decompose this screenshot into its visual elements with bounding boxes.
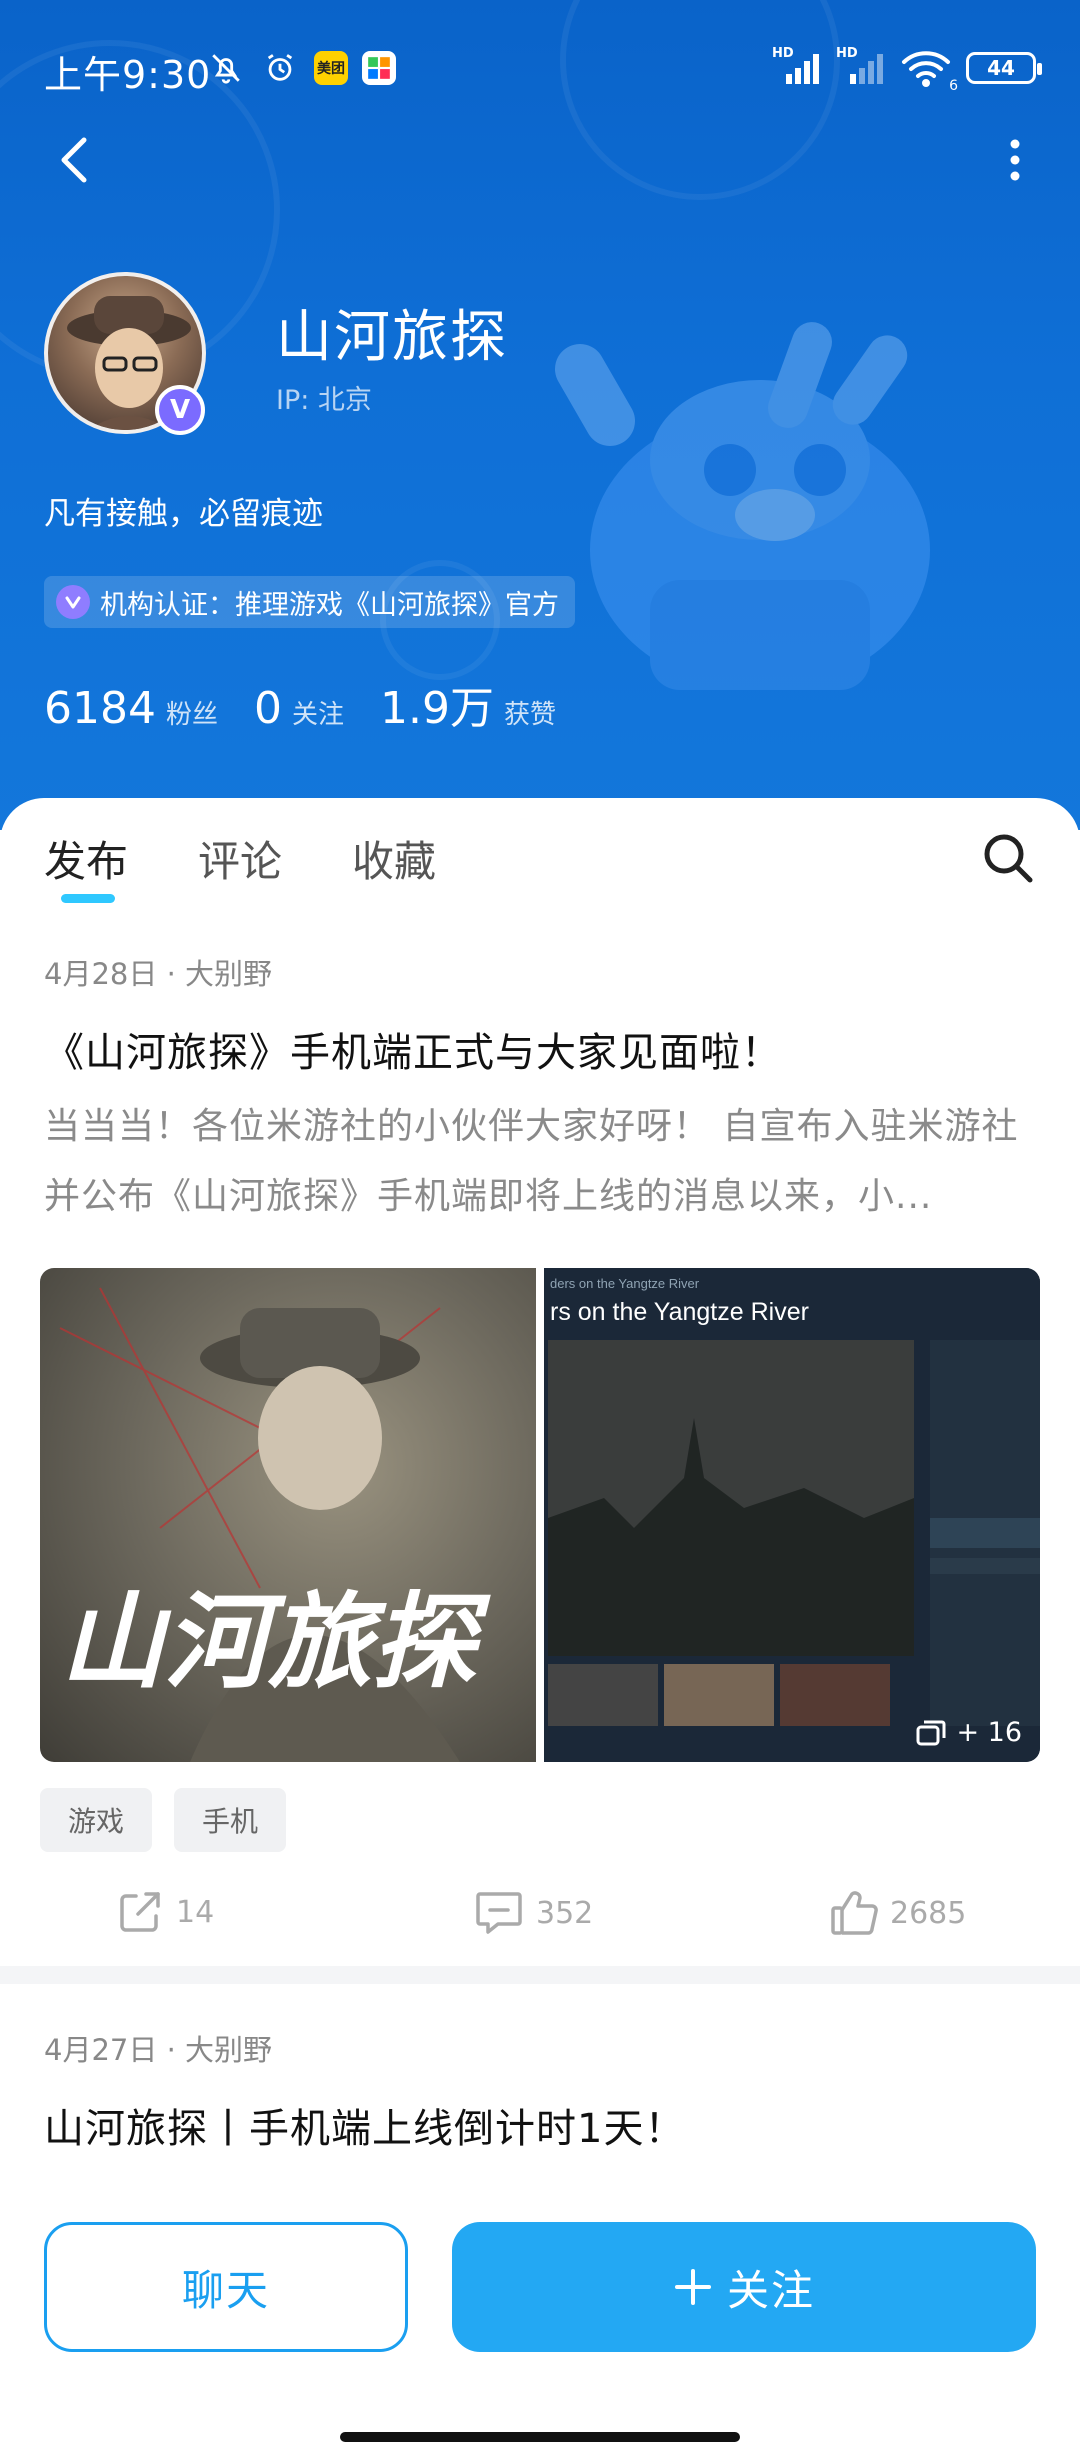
game-store-screenshot: ders on the Yangtze River rs on the Yang… — [544, 1268, 1040, 1762]
search-icon — [984, 834, 1033, 883]
images-stack-icon — [916, 1720, 946, 1745]
svg-text:rs on the Yangtze River: rs on the Yangtze River — [550, 1298, 809, 1326]
follow-button-label: 关注 — [726, 2265, 815, 2315]
profile-stats: 6184 粉丝 0 关注 1.9万 获赞 — [44, 672, 592, 736]
comment-count: 352 — [536, 1895, 594, 1931]
tab-comments[interactable]: 评论 — [198, 828, 282, 889]
signal-strength-icon-2: HD — [836, 46, 886, 86]
svg-text:ders on the Yangtze River: ders on the Yangtze River — [550, 1276, 700, 1291]
verified-badge-icon: V — [155, 385, 205, 435]
more-images-indicator: + 16 — [916, 1717, 1022, 1748]
status-time: 上午9:30 — [44, 53, 212, 97]
post-title[interactable]: 山河旅探丨手机端上线倒计时1天！ — [44, 2096, 685, 2154]
chat-button[interactable]: 聊天 — [44, 2222, 408, 2352]
certification-text: 机构认证：推理游戏《山河旅探》官方 — [100, 589, 559, 621]
chevron-left-icon — [61, 137, 87, 183]
tab-posts[interactable]: 发布 — [44, 828, 128, 889]
post-image-2[interactable]: ders on the Yangtze River rs on the Yang… — [544, 1268, 1040, 1762]
more-vertical-icon — [1010, 139, 1020, 181]
followers-label[interactable]: 粉丝 — [166, 694, 218, 731]
profile-header: 上午9:30 美团 HD HD 6 44 V 山河旅探 IP: 北京 凡有接触，… — [0, 0, 1080, 830]
mascot-illustration — [555, 322, 930, 690]
search-button[interactable] — [980, 830, 1036, 886]
plus-icon — [674, 2269, 711, 2305]
tag-mobile[interactable]: 手机 — [174, 1788, 287, 1852]
following-label[interactable]: 关注 — [292, 694, 344, 731]
profile-bio: 凡有接触，必留痕迹 — [44, 496, 323, 532]
wifi-band-label: 6 — [949, 78, 958, 94]
battery-level: 44 — [987, 56, 1015, 80]
status-system-icons: HD HD 6 44 — [772, 46, 1042, 94]
like-button[interactable]: 2685 — [830, 1890, 966, 1936]
followers-count[interactable]: 6184 — [44, 683, 156, 734]
share-count: 14 — [176, 1894, 215, 1930]
likes-count: 1.9万 — [380, 683, 494, 734]
colorful-app-icon — [362, 51, 396, 85]
profile-name: 山河旅探 — [276, 305, 508, 370]
chat-button-label: 聊天 — [181, 2265, 270, 2315]
share-icon — [120, 1892, 160, 1932]
profile-tabs: 发布 评论 收藏 — [44, 828, 436, 889]
active-tab-indicator — [61, 894, 115, 903]
detective-artwork: 山河旅探 — [59, 1287, 491, 1762]
comment-button[interactable]: 352 — [474, 1890, 593, 1936]
mute-bell-icon — [206, 48, 246, 88]
following-count[interactable]: 0 — [254, 683, 282, 734]
meituan-app-icon: 美团 — [314, 51, 348, 85]
home-indicator[interactable] — [340, 2432, 740, 2442]
likes-label: 获赞 — [504, 700, 557, 730]
post-meta: 4月28日 · 大别野 — [44, 957, 273, 991]
like-count: 2685 — [890, 1895, 967, 1931]
bottom-action-bar: 聊天 关注 — [0, 2180, 1080, 2460]
signal-strength-icon: HD — [772, 46, 822, 86]
more-options-button[interactable] — [1000, 130, 1030, 190]
alarm-clock-icon — [260, 48, 300, 88]
thumbs-up-icon — [831, 1891, 878, 1935]
signal-hd-label: HD — [772, 46, 794, 61]
signal-hd-label-2: HD — [836, 46, 858, 61]
post-divider — [0, 1966, 1080, 1984]
battery-icon: 44 — [966, 52, 1042, 84]
post-actions: 14 352 2685 — [0, 1890, 1080, 1950]
wifi-icon: 6 — [900, 48, 958, 94]
tag-game[interactable]: 游戏 — [40, 1788, 153, 1852]
post-meta: 4月27日 · 大别野 — [44, 2033, 273, 2067]
comment-icon — [476, 1892, 522, 1934]
post-excerpt[interactable]: 当当当！各位米游社的小伙伴大家好呀！ 自宣布入驻米游社并公布《山河旅探》手机端即… — [44, 1092, 1036, 1232]
profile-ip-location: IP: 北京 — [276, 385, 372, 416]
follow-button[interactable]: 关注 — [452, 2222, 1036, 2352]
post-image-grid[interactable]: 山河旅探 ders on the Yangtze River rs on the… — [40, 1268, 1040, 1762]
tab-favorites[interactable]: 收藏 — [352, 828, 436, 889]
artwork-caption: 山河旅探 — [60, 1580, 491, 1703]
more-images-count: + 16 — [956, 1717, 1022, 1748]
back-button[interactable] — [50, 130, 100, 190]
certification-badge[interactable]: 机构认证：推理游戏《山河旅探》官方 — [44, 576, 575, 628]
status-bar: 上午9:30 美团 HD HD 6 44 — [0, 0, 1080, 135]
post-title[interactable]: 《山河旅探》手机端正式与大家见面啦！ — [44, 1020, 782, 1078]
post-image-1[interactable]: 山河旅探 — [40, 1268, 536, 1762]
status-notification-icons: 美团 — [206, 48, 396, 88]
post-tags: 游戏 手机 — [40, 1788, 287, 1852]
share-button[interactable]: 14 — [118, 1890, 214, 1934]
certification-icon — [56, 585, 90, 619]
